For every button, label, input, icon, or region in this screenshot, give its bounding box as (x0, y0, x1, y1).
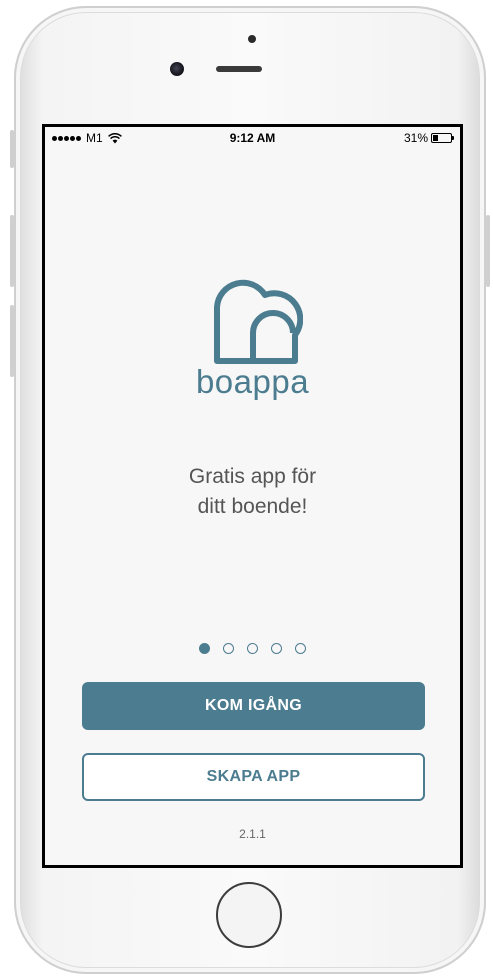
page-dot-4[interactable] (271, 643, 282, 654)
battery-percent: 31% (403, 131, 428, 145)
page-dot-3[interactable] (247, 643, 258, 654)
page-dot-5[interactable] (295, 643, 306, 654)
volume-down-button (10, 305, 14, 377)
tagline-line-2: ditt boende! (197, 495, 308, 518)
app-display: M1 9:12 AM 31% boappa Gratis app för dit… (45, 127, 460, 865)
battery-icon (431, 133, 454, 143)
app-version: 2.1.1 (239, 827, 266, 841)
status-bar-time: 9:12 AM (229, 131, 276, 145)
mute-switch (10, 130, 14, 168)
status-bar-right: 31% (403, 131, 454, 145)
proximity-sensor (248, 35, 256, 43)
tagline: Gratis app för ditt boende! (45, 462, 460, 522)
battery-level-fill (433, 135, 438, 141)
page-dot-2[interactable] (223, 643, 234, 654)
get-started-button[interactable]: KOM IGÅNG (82, 682, 425, 730)
brand-name: boappa (195, 363, 310, 400)
front-camera-icon (170, 62, 184, 76)
tagline-line-1: Gratis app för (188, 465, 317, 488)
page-dot-1[interactable] (199, 643, 210, 654)
power-button (486, 215, 490, 287)
earpiece-speaker (216, 66, 262, 72)
status-bar: M1 9:12 AM 31% (45, 127, 460, 149)
create-app-button[interactable]: SKAPA APP (82, 753, 425, 801)
heart-house-logo-icon (214, 279, 303, 364)
page-indicator (45, 643, 460, 654)
screen: M1 9:12 AM 31% boappa Gratis app för dit… (42, 124, 463, 868)
home-button[interactable] (216, 882, 282, 948)
volume-up-button (10, 215, 14, 287)
